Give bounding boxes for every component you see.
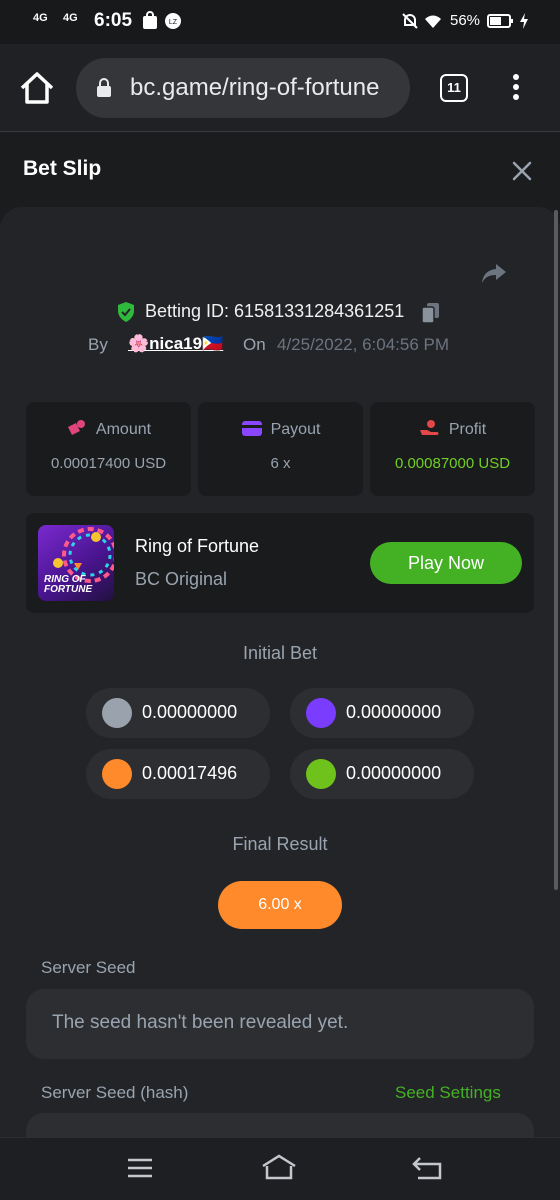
- server-seed-field[interactable]: The seed hasn't been revealed yet.: [26, 989, 534, 1059]
- scrollbar[interactable]: [554, 210, 558, 890]
- game-name: Ring of Fortune: [135, 536, 260, 556]
- server-seed-label: Server Seed: [41, 958, 136, 977]
- final-result-badge: 6.00 x: [218, 881, 342, 929]
- amount-stat: Amount 0.00017400 USD: [26, 402, 191, 496]
- grey-coin-icon: [102, 698, 132, 728]
- coin-chip-orange: 0.00017496: [86, 749, 270, 799]
- tab-switcher-button[interactable]: 11: [440, 74, 468, 102]
- nav-back-icon[interactable]: [410, 1152, 446, 1184]
- bet-slip-header: Bet Slip: [0, 132, 560, 208]
- coin-chip-grey: 0.00000000: [86, 688, 270, 738]
- profit-hand-icon: [419, 420, 439, 435]
- system-nav-bar: [0, 1137, 560, 1200]
- bet-details-panel: Betting ID: 61581331284361251 By 🌸nica19…: [0, 207, 560, 1137]
- svg-text:LZ: LZ: [169, 19, 178, 26]
- amount-value: 0.00017400 USD: [50, 455, 167, 472]
- mute-bell-icon: [402, 13, 418, 29]
- lock-icon: [97, 78, 111, 97]
- battery-icon: [487, 14, 513, 28]
- payout-value: 6 x: [270, 455, 291, 472]
- clock: 6:05: [94, 10, 133, 31]
- shopping-bag-icon: [143, 11, 157, 29]
- page-title: Bet Slip: [23, 157, 102, 180]
- payout-label: Payout: [270, 421, 321, 438]
- app-notification-icon: LZ: [165, 13, 181, 29]
- share-icon[interactable]: [480, 261, 508, 285]
- payout-stat: Payout 6 x: [198, 402, 363, 496]
- amount-icon: [67, 420, 85, 435]
- coin-amount: 0.00000000: [346, 763, 442, 783]
- verified-shield-icon: [118, 302, 134, 322]
- game-card: RING OF FORTUNE Ring of Fortune BC Origi…: [26, 513, 534, 613]
- by-label: By: [88, 335, 108, 354]
- final-result-title: Final Result: [232, 834, 328, 854]
- orange-coin-icon: [102, 759, 132, 789]
- status-bar: 4G 4G 6:05 LZ 56%: [0, 0, 560, 44]
- purple-coin-icon: [306, 698, 336, 728]
- server-seed-value: The seed hasn't been revealed yet.: [52, 1012, 349, 1033]
- battery-percent: 56%: [450, 12, 481, 29]
- bet-timestamp: 4/25/2022, 6:04:56 PM: [277, 335, 450, 354]
- coin-amount: 0.00017496: [142, 763, 238, 783]
- copy-icon[interactable]: [420, 301, 442, 325]
- nav-home-icon[interactable]: [261, 1152, 297, 1184]
- card-icon: [241, 421, 262, 436]
- green-coin-icon: [306, 759, 336, 789]
- recent-apps-icon[interactable]: [122, 1152, 158, 1184]
- close-icon[interactable]: [510, 159, 534, 183]
- profit-stat: Profit 0.00087000 USD: [370, 402, 535, 496]
- home-icon[interactable]: [18, 70, 56, 106]
- amount-label: Amount: [95, 421, 152, 438]
- coin-chip-green: 0.00000000: [290, 749, 474, 799]
- betting-id: Betting ID: 61581331284361251: [145, 301, 405, 321]
- on-label: On: [243, 335, 266, 354]
- coin-chip-purple: 0.00000000: [290, 688, 474, 738]
- bet-id-row: Betting ID: 61581331284361251: [0, 299, 560, 327]
- address-bar[interactable]: bc.game/ring-of-fortune: [76, 58, 410, 118]
- profit-label: Profit: [448, 421, 487, 438]
- charging-bolt-icon: [520, 13, 528, 29]
- signal-label-1: 4G: [33, 12, 48, 24]
- profit-value: 0.00087000 USD: [394, 455, 511, 472]
- coin-amount: 0.00000000: [142, 702, 238, 722]
- username-link[interactable]: 🌸nica19🇵🇭: [128, 334, 223, 354]
- play-now-button[interactable]: Play Now: [370, 542, 522, 584]
- browser-toolbar: bc.game/ring-of-fortune 11: [0, 44, 560, 132]
- initial-bet-title: Initial Bet: [242, 643, 318, 663]
- url-text: bc.game/ring-of-fortune: [130, 74, 380, 101]
- signal-label-2: 4G: [63, 12, 78, 24]
- bet-meta-row: By 🌸nica19🇵🇭 On 4/25/2022, 6:04:56 PM: [0, 333, 560, 361]
- overflow-menu-icon[interactable]: [506, 72, 526, 104]
- thumb-title-line-2: FORTUNE: [44, 584, 93, 595]
- server-seed-hash-label: Server Seed (hash): [41, 1083, 189, 1102]
- coin-amount: 0.00000000: [346, 702, 442, 722]
- server-seed-hash-field[interactable]: [26, 1113, 534, 1137]
- wifi-icon: [425, 15, 441, 28]
- game-thumbnail[interactable]: RING OF FORTUNE: [38, 525, 114, 601]
- game-category: BC Original: [135, 569, 228, 589]
- seed-settings-link[interactable]: Seed Settings: [395, 1083, 501, 1103]
